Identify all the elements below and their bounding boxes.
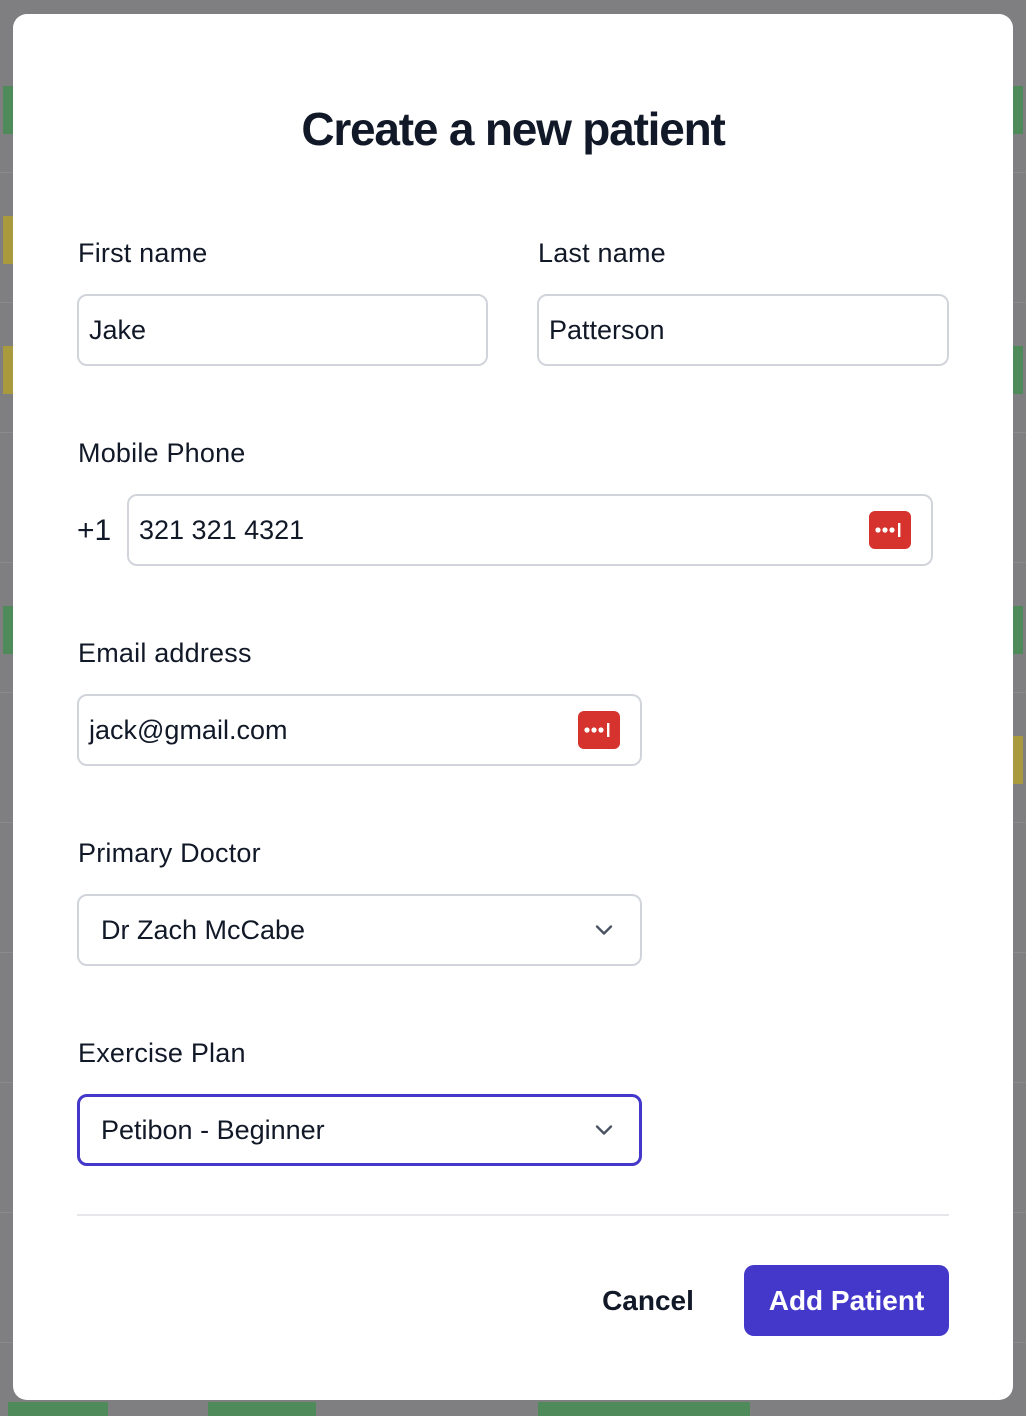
mobile-phone-input[interactable]: 321 321 4321 (127, 494, 933, 566)
last-name-label: Last name (538, 238, 666, 268)
add-patient-button[interactable]: Add Patient (744, 1265, 949, 1336)
email-label: Email address (78, 638, 252, 668)
mobile-phone-label: Mobile Phone (78, 438, 246, 468)
backdrop-status-bar (8, 1402, 108, 1416)
backdrop-status-chip (1013, 736, 1023, 784)
password-manager-icon[interactable] (578, 711, 620, 749)
email-field[interactable]: jack@gmail.com (77, 694, 642, 766)
create-patient-dialog: Create a new patient First name Jake Las… (13, 14, 1013, 1400)
cancel-button[interactable]: Cancel (583, 1266, 713, 1336)
dialog-title: Create a new patient (301, 103, 726, 155)
backdrop-status-chip (3, 606, 13, 654)
chevron-down-icon (595, 1125, 613, 1135)
backdrop-status-chip (1013, 346, 1023, 394)
exercise-plan-value: Petibon - Beginner (101, 1114, 325, 1145)
primary-doctor-label: Primary Doctor (78, 838, 261, 868)
backdrop-status-bar (208, 1402, 316, 1416)
exercise-plan-label: Exercise Plan (78, 1038, 246, 1068)
backdrop-status-chip (3, 216, 13, 264)
chevron-down-icon (595, 925, 613, 935)
backdrop-status-chip (1013, 606, 1023, 654)
first-name-value: Jake (89, 314, 147, 345)
backdrop-status-chip (1013, 86, 1023, 134)
backdrop-status-chip (3, 346, 13, 394)
first-name-input[interactable]: Jake (77, 294, 488, 366)
country-code-prefix: +1 (77, 514, 112, 547)
backdrop-status-bar (538, 1402, 750, 1416)
exercise-plan-select[interactable]: Petibon - Beginner (77, 1094, 642, 1166)
mobile-phone-value: 321 321 4321 (139, 514, 305, 545)
footer-divider (77, 1214, 949, 1216)
primary-doctor-select[interactable]: Dr Zach McCabe (77, 894, 642, 966)
email-value: jack@gmail.com (89, 714, 288, 745)
last-name-value: Patterson (549, 314, 665, 345)
first-name-label: First name (78, 238, 208, 268)
last-name-input[interactable]: Patterson (537, 294, 949, 366)
password-manager-icon[interactable] (869, 511, 911, 549)
primary-doctor-value: Dr Zach McCabe (101, 914, 306, 945)
backdrop-status-chip (3, 86, 13, 134)
